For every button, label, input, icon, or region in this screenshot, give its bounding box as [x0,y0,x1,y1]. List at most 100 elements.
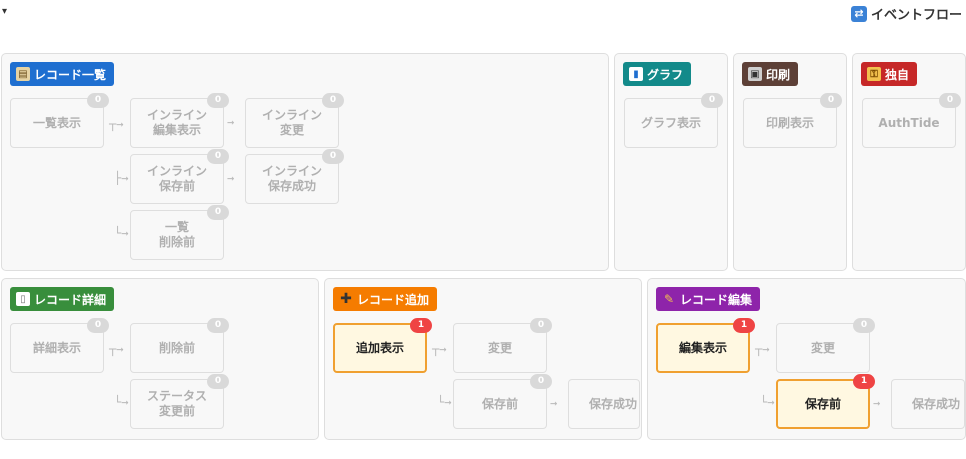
node-label: グラフ表示 [640,115,701,130]
panel-record-edit: ✎ レコード編集 編集表示 1 ┬→ 変更 0 └→ 保存前 1 → 保存成功 [647,278,966,440]
event-count-badge: 0 [207,149,229,164]
node-label: インライン 保存成功 [261,164,322,193]
printer-icon: ▣ [748,67,762,81]
node-label: インライン 保存前 [146,164,207,193]
arrow-connector: → [873,396,881,410]
event-count-badge: 0 [820,93,842,108]
record-edit-title: ✎ レコード編集 [656,287,761,311]
node-label: ステータス 変更前 [146,389,207,418]
branch-connector: ┬→ [432,342,447,356]
event-count-badge: 0 [530,374,552,389]
node-edit-before-save[interactable]: 保存前 1 [776,374,875,429]
record-detail-title-label: レコード詳細 [34,292,107,307]
branch-connector: └→ [114,395,129,409]
branch-connector: └→ [114,226,129,240]
plus-icon: ✚ [340,291,352,307]
branch-connector: ├→ [114,171,129,185]
branch-connector: ┬→ [109,342,124,356]
node-before-delete[interactable]: 削除前 0 [130,318,229,373]
panel-record-detail: ▯ レコード詳細 詳細表示 0 ┬→ 削除前 0 └→ ステータス 変更前 0 [1,278,319,440]
panel-record-add: ✚ レコード追加 追加表示 1 ┬→ 変更 0 └→ 保存前 0 → 保存成功 [324,278,642,440]
print-title: ▣ 印刷 [742,62,799,86]
record-list-title-label: レコード一覧 [34,67,107,82]
node-label: 保存成功 [589,396,638,411]
node-inline-edit-show[interactable]: インライン 編集表示 0 [130,93,229,148]
node-add-before-save[interactable]: 保存前 0 [453,374,552,429]
node-label: 追加表示 [355,340,404,355]
event-count-badge: 1 [410,318,432,333]
event-count-badge: 0 [207,318,229,333]
event-flow-header: ⇄ イベントフロー [850,4,962,23]
node-detail-show[interactable]: 詳細表示 0 [10,318,109,373]
node-inline-change[interactable]: インライン 変更 0 [245,93,344,148]
node-print-show[interactable]: 印刷表示 0 [743,93,842,148]
custom-title-label: 独自 [885,67,910,82]
node-label: 詳細表示 [32,340,81,355]
branch-connector: ┬→ [109,117,124,131]
event-count-badge: 0 [87,93,109,108]
event-count-badge: 0 [939,93,961,108]
node-label: 保存前 [481,396,518,411]
bar-chart-icon: ▮ [629,67,643,81]
node-label: インライン 変更 [261,108,322,137]
event-flow-title: イベントフロー [870,8,962,23]
event-count-badge: 0 [207,205,229,220]
graph-title: ▮ グラフ [623,62,692,86]
node-edit-show[interactable]: 編集表示 1 [656,318,755,373]
node-label: 印刷表示 [765,115,814,130]
node-add-show[interactable]: 追加表示 1 [333,318,432,373]
node-edit-change[interactable]: 変更 0 [776,318,875,373]
arrow-connector: → [227,171,235,185]
record-edit-title-label: レコード編集 [680,292,753,307]
print-title-label: 印刷 [766,67,791,82]
node-index-before-delete[interactable]: 一覧 削除前 0 [130,205,229,260]
custom-title: ⚿ 独自 [861,62,918,86]
node-inline-before-save[interactable]: インライン 保存前 0 [130,149,229,204]
node-add-save-success[interactable]: 保存成功 [568,379,640,429]
event-count-badge: 1 [853,374,875,389]
event-count-badge: 0 [322,93,344,108]
arrow-connector: → [550,396,558,410]
arrow-connector: → [227,115,235,129]
event-count-badge: 0 [322,149,344,164]
node-label: 編集表示 [678,340,727,355]
pencil-icon: ✎ [663,292,675,306]
node-status-change[interactable]: ステータス 変更前 0 [130,374,229,429]
node-graph-show[interactable]: グラフ表示 0 [624,93,723,148]
panel-custom: ⚿ 独自 AuthTide 0 [852,53,966,271]
collapse-toggle[interactable]: ▾ [2,6,7,17]
record-add-title: ✚ レコード追加 [333,287,438,311]
branch-connector: ┬→ [755,342,770,356]
record-detail-title: ▯ レコード詳細 [10,287,115,311]
panel-print: ▣ 印刷 印刷表示 0 [733,53,847,271]
record-add-title-label: レコード追加 [357,292,430,307]
event-count-badge: 0 [853,318,875,333]
clipboard-icon: ▤ [16,67,30,81]
branch-connector: └→ [437,395,452,409]
node-index-show[interactable]: 一覧表示 0 [10,93,109,148]
event-count-badge: 0 [87,318,109,333]
graph-title-label: グラフ [647,67,684,82]
panel-graph: ▮ グラフ グラフ表示 0 [614,53,728,271]
node-inline-save-success[interactable]: インライン 保存成功 0 [245,149,344,204]
panel-record-list: ▤ レコード一覧 一覧表示 0 ┬→ インライン 編集表示 0 → インライン … [1,53,609,271]
document-icon: ▯ [16,292,30,306]
node-label: 保存前 [804,396,841,411]
event-count-badge: 1 [733,318,755,333]
record-list-title: ▤ レコード一覧 [10,62,115,86]
node-label: 変更 [810,340,835,355]
node-label: 削除前 [158,340,195,355]
event-count-badge: 0 [530,318,552,333]
node-add-change[interactable]: 変更 0 [453,318,552,373]
node-label: 一覧表示 [32,115,81,130]
event-count-badge: 0 [701,93,723,108]
node-label: 変更 [487,340,512,355]
node-label: 保存成功 [912,396,961,411]
event-count-badge: 0 [207,93,229,108]
node-label: 一覧 削除前 [158,220,195,249]
node-authtide[interactable]: AuthTide 0 [862,93,961,148]
node-label: インライン 編集表示 [146,108,207,137]
node-edit-save-success[interactable]: 保存成功 [891,379,965,429]
shuffle-icon: ⇄ [850,5,867,22]
node-label: AuthTide [878,115,940,130]
